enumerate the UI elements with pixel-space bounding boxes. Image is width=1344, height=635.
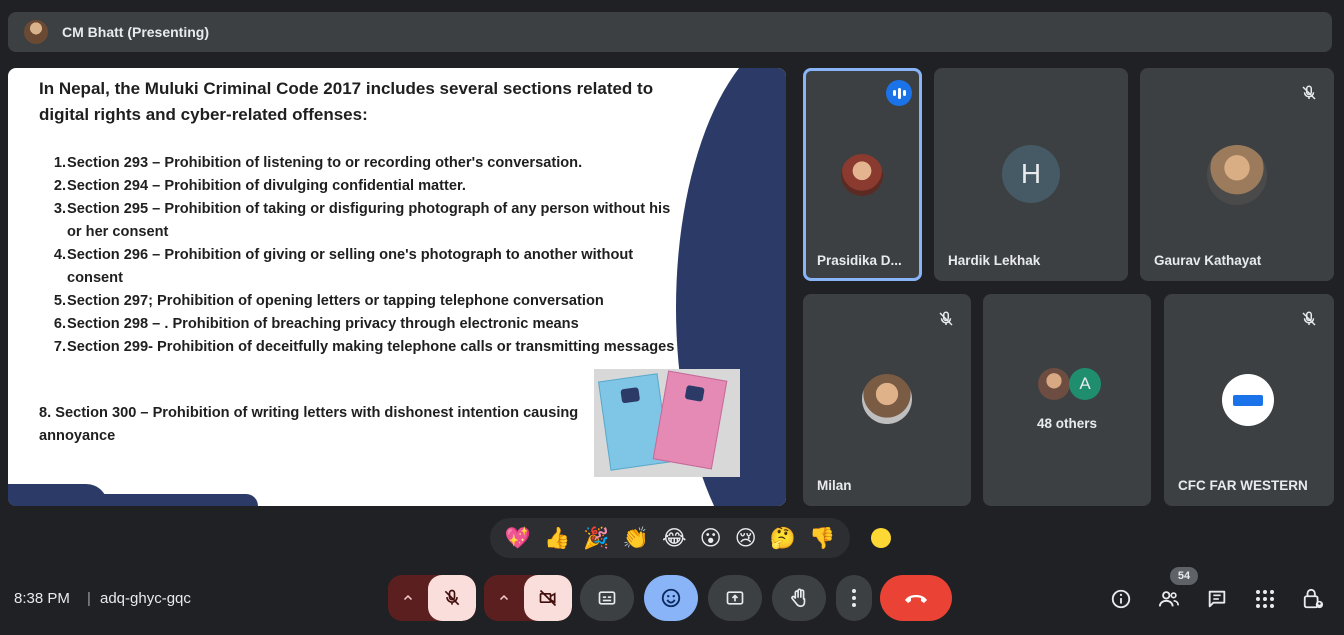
slide-list-item: 7. Section 299- Prohibition of deceitfull… [53, 339, 675, 355]
raise-hand-button[interactable] [772, 575, 826, 621]
reactions-button[interactable] [644, 575, 698, 621]
info-separator: | [87, 590, 91, 607]
emoji-icon [661, 588, 681, 608]
reaction-surprised[interactable]: 😮 [700, 528, 722, 549]
speaking-indicator-icon [886, 80, 912, 106]
apps-grid-icon [1256, 590, 1274, 608]
slide-list-item-last: 8. Section 300 – Prohibition of writing … [39, 405, 579, 444]
presentation-slide: In Nepal, the Muluki Criminal Code 2017 … [8, 68, 786, 506]
more-vert-icon [852, 589, 856, 607]
slide-list-item: 5. Section 297; Prohibition of opening le… [53, 293, 604, 309]
mic-off-icon [934, 307, 958, 331]
participant-tile-cfc[interactable]: CFC FAR WESTERN [1164, 294, 1334, 506]
captions-icon [598, 591, 616, 605]
participant-name: Milan [817, 478, 852, 493]
camera-off-icon [539, 589, 557, 607]
slide-list-item: 1. Section 293 – Prohibition of listening… [53, 155, 583, 171]
reaction-thinking[interactable]: 🤔 [770, 528, 796, 549]
avatar [1222, 374, 1274, 426]
mic-off-icon [444, 589, 460, 606]
camera-control-group [484, 575, 572, 621]
presenter-name: CM Bhatt (Presenting) [62, 24, 209, 40]
camera-options-chevron-icon[interactable] [484, 575, 524, 621]
participant-tile-hardik[interactable]: H Hardik Lekhak [934, 68, 1128, 281]
slide-title: In Nepal, the Muluki Criminal Code 2017 … [39, 79, 654, 124]
lock-person-icon [1303, 588, 1324, 609]
others-count-label: 48 others [1036, 416, 1098, 431]
mic-off-icon [1297, 81, 1321, 105]
avatar [1207, 145, 1267, 205]
slide-list-item: 3. Section 295 – Prohibition of taking or… [53, 201, 671, 240]
captions-button[interactable] [580, 575, 634, 621]
slide-list-item: 4. Section 296 – Prohibition of giving or… [53, 247, 634, 286]
activities-button[interactable] [1252, 586, 1278, 612]
present-icon [726, 591, 744, 605]
participant-tile-others[interactable]: A 48 others [983, 294, 1151, 506]
presenter-bar[interactable]: CM Bhatt (Presenting) [8, 12, 1332, 52]
participant-tile-gaurav[interactable]: Gaurav Kathayat [1140, 68, 1334, 281]
mic-toggle-button[interactable] [428, 575, 476, 621]
people-icon [1158, 591, 1179, 607]
participant-name: Hardik Lekhak [948, 253, 1041, 268]
chat-button[interactable] [1204, 586, 1230, 612]
slide-decoration-bar [8, 484, 108, 506]
meeting-details-button[interactable] [1108, 586, 1134, 612]
participant-name: Gaurav Kathayat [1154, 253, 1262, 268]
mic-options-chevron-icon[interactable] [388, 575, 428, 621]
mic-control-group [388, 575, 476, 621]
participant-tile-prasidika[interactable]: Prasidika D... [803, 68, 922, 281]
chat-icon [1208, 590, 1226, 608]
avatar: H [1002, 145, 1060, 203]
meeting-code: adq-ghyc-gqc [100, 590, 191, 607]
meeting-time: 8:38 PM [14, 590, 70, 607]
slide-section-list: 1. Section 293 – Prohibition of listening… [48, 152, 688, 359]
avatar [841, 154, 883, 196]
leave-call-button[interactable] [880, 575, 952, 621]
more-options-button[interactable] [836, 575, 872, 621]
info-icon [1111, 589, 1131, 609]
camera-toggle-button[interactable] [524, 575, 572, 621]
pink-book-image [652, 370, 728, 470]
reactions-bar: 💖 👍 🎉 👏 😂 😮 😢 🤔 👎 [490, 518, 850, 558]
slide-list-item: 2. Section 294 – Prohibition of divulging… [53, 178, 466, 194]
participant-name: Prasidika D... [817, 253, 902, 268]
reaction-thumbs-up[interactable]: 👍 [544, 528, 570, 549]
people-button[interactable] [1156, 586, 1182, 612]
participant-count-badge: 54 [1170, 567, 1198, 585]
cfc-logo-icon [1233, 394, 1263, 406]
participant-tile-milan[interactable]: Milan [803, 294, 971, 506]
reaction-party[interactable]: 🎉 [583, 528, 609, 549]
presenter-avatar [24, 20, 48, 44]
slide-list-item: 6. Section 298 – . Prohibition of breachi… [53, 316, 579, 332]
present-screen-button[interactable] [708, 575, 762, 621]
reaction-sad[interactable]: 😢 [735, 528, 757, 549]
avatar [862, 374, 912, 424]
avatar [1038, 368, 1070, 400]
hand-icon [791, 588, 806, 608]
skin-tone-selector[interactable] [871, 528, 891, 548]
legal-books-image [594, 369, 740, 477]
hang-up-icon [905, 595, 927, 603]
host-controls-button[interactable] [1300, 586, 1326, 612]
reaction-laugh[interactable]: 😂 [662, 528, 687, 549]
mic-off-icon [1297, 307, 1321, 331]
reaction-heart[interactable]: 💖 [505, 528, 531, 549]
reaction-thumbs-down[interactable]: 👎 [809, 528, 835, 549]
avatar: A [1069, 368, 1101, 400]
participant-name: CFC FAR WESTERN [1178, 478, 1308, 493]
reaction-clap[interactable]: 👏 [623, 528, 649, 549]
